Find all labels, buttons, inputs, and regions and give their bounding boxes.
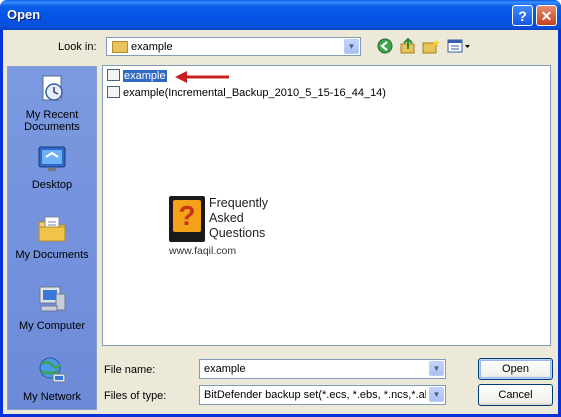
file-type-label: Files of type: (104, 390, 167, 402)
back-icon[interactable] (376, 38, 394, 56)
desktop-icon (36, 143, 68, 175)
my-network-icon (36, 355, 68, 387)
faq-url: www.faqil.com (169, 245, 237, 257)
chevron-down-icon[interactable]: ▼ (429, 361, 444, 376)
new-folder-icon[interactable] (422, 38, 440, 56)
backup-file-icon (107, 69, 120, 82)
chevron-down-icon[interactable]: ▼ (344, 39, 359, 54)
place-label: Desktop (31, 179, 73, 191)
backup-file-icon (107, 86, 120, 99)
faq-line: Questions (209, 226, 266, 240)
file-name-label: File name: (104, 364, 156, 376)
recent-documents-icon (36, 73, 68, 105)
faq-logo-icon: ? (169, 196, 205, 242)
place-my-recent-documents[interactable]: My Recent Documents (8, 73, 96, 133)
file-name: example (123, 70, 167, 82)
file-item[interactable]: example(Incremental_Backup_2010_5_15-16_… (107, 86, 386, 100)
look-in-combo[interactable]: example ▼ (106, 37, 361, 56)
file-type-value: BitDefender backup set(*.ecs, *.ebs, *.n… (204, 389, 426, 401)
place-label: My Computer (18, 320, 86, 332)
look-in-label: Look in: (58, 41, 97, 53)
arrow-annotation (175, 71, 229, 83)
place-label: My Recent Documents (24, 109, 80, 133)
cancel-button[interactable]: Cancel (478, 384, 553, 406)
help-button[interactable]: ? (512, 5, 533, 26)
folder-icon (112, 41, 128, 53)
open-dialog: Open ? ✕ Look in: example ▼ My Recent Do… (0, 0, 561, 417)
open-button[interactable]: Open (478, 358, 553, 380)
look-in-value: example (131, 41, 173, 53)
place-my-documents[interactable]: My Documents (8, 213, 96, 261)
file-type-select[interactable]: BitDefender backup set(*.ecs, *.ebs, *.n… (199, 385, 446, 405)
chevron-down-icon[interactable]: ▼ (429, 387, 444, 402)
file-list[interactable]: example example(Incremental_Backup_2010_… (102, 65, 551, 346)
faq-line: Frequently (209, 196, 269, 210)
place-my-computer[interactable]: My Computer (8, 284, 96, 332)
place-label: My Network (22, 391, 82, 403)
place-my-network[interactable]: My Network (8, 355, 96, 403)
place-label: My Documents (15, 249, 89, 261)
dialog-client: Look in: example ▼ My Recent Documents D… (3, 30, 558, 414)
up-folder-icon[interactable] (399, 37, 417, 56)
file-name-field[interactable]: example ▼ (199, 359, 446, 379)
faq-watermark: ? Frequently Asked Questions www.faqil.c… (169, 190, 279, 260)
faq-line: Asked (209, 211, 244, 225)
my-documents-icon (36, 213, 68, 245)
close-button[interactable]: ✕ (536, 5, 557, 26)
file-item-selected[interactable]: example (107, 69, 167, 83)
places-bar: My Recent Documents Desktop My Documents… (7, 66, 97, 410)
file-name-value: example (204, 363, 246, 375)
faq-logo-glyph: ? (173, 200, 201, 232)
faq-text: Frequently Asked Questions (209, 196, 268, 241)
views-menu-icon[interactable] (447, 38, 471, 56)
place-desktop[interactable]: Desktop (8, 143, 96, 191)
file-name: example(Incremental_Backup_2010_5_15-16_… (123, 87, 386, 99)
title-bar[interactable]: Open ? ✕ (0, 0, 561, 30)
my-computer-icon (36, 284, 68, 316)
window-title: Open (7, 7, 41, 22)
